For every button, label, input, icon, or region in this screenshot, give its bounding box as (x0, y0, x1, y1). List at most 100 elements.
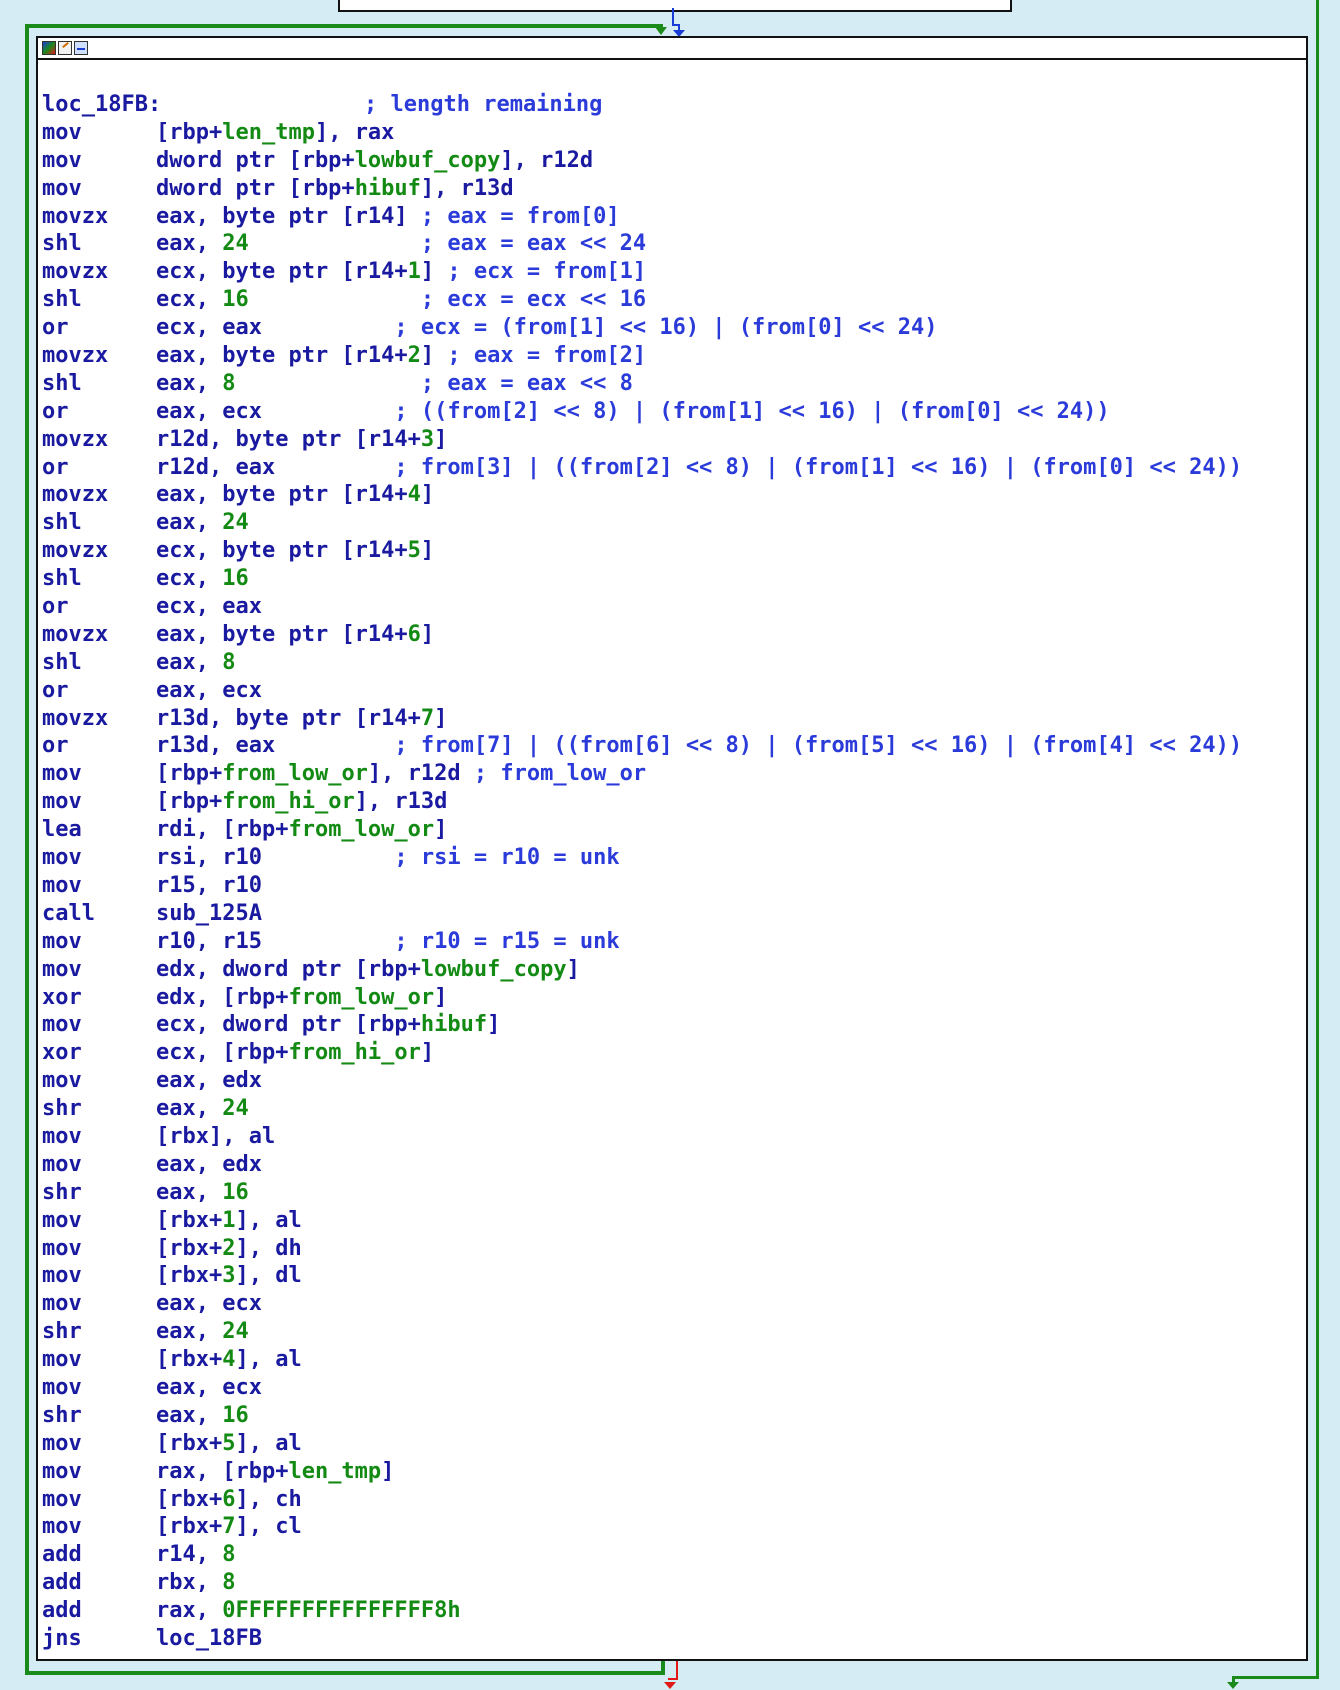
instruction-line[interactable]: shl ecx, 16 ; ecx = ecx << 16 (42, 286, 1302, 314)
edit-node-icon[interactable] (58, 41, 72, 55)
operand-text: ] (434, 984, 448, 1010)
instruction-line[interactable]: mov eax, ecx (42, 1290, 1302, 1318)
immediate-value: 5 (222, 1430, 236, 1456)
instruction-line[interactable]: mov [rbx+2], dh (42, 1235, 1302, 1263)
instruction-line[interactable]: mov eax, ecx (42, 1374, 1302, 1402)
mnemonic: xor (42, 984, 82, 1010)
instruction-line[interactable]: mov edx, dword ptr [rbp+lowbuf_copy] (42, 956, 1302, 984)
stack-variable[interactable]: hibuf (421, 1012, 487, 1037)
instruction-line[interactable]: shl ecx, 16 (42, 565, 1302, 593)
mnemonic: mov (42, 1151, 82, 1177)
operand-text: eax, (156, 1179, 223, 1205)
instruction-line[interactable]: shl eax, 24 ; eax = eax << 24 (42, 230, 1302, 258)
instruction-line[interactable]: mov [rbx], al (42, 1123, 1302, 1151)
instruction-line[interactable]: movzx eax, byte ptr [r14+6] (42, 621, 1302, 649)
graph-overview-icon[interactable] (74, 41, 88, 55)
instruction-line[interactable]: call sub_125A (42, 900, 1302, 928)
instruction-line[interactable]: mov dword ptr [rbp+lowbuf_copy], r12d (42, 147, 1302, 175)
location-label[interactable]: loc_18FB: (42, 91, 364, 119)
instruction-line[interactable]: mov [rbp+len_tmp], rax (42, 119, 1302, 147)
instruction-line[interactable]: or r12d, eax ; from[3] | ((from[2] << 8) … (42, 454, 1302, 482)
instruction-line[interactable]: shr eax, 24 (42, 1318, 1302, 1346)
instruction-line[interactable]: movzx ecx, byte ptr [r14+5] (42, 537, 1302, 565)
immediate-value: 16 (222, 1402, 249, 1428)
immediate-value: 16 (222, 1179, 249, 1205)
stack-variable[interactable]: len_tmp (288, 1459, 381, 1484)
stack-variable[interactable]: from_hi_or (288, 1040, 420, 1065)
instruction-line[interactable]: movzx r12d, byte ptr [r14+3] (42, 426, 1302, 454)
stack-variable[interactable]: from_low_or (288, 985, 434, 1010)
instruction-line[interactable]: xor edx, [rbp+from_low_or] (42, 984, 1302, 1012)
instruction-line[interactable]: mov dword ptr [rbp+hibuf], r13d (42, 175, 1302, 203)
instruction-line[interactable]: shr eax, 16 (42, 1402, 1302, 1430)
instruction-line[interactable]: lea rdi, [rbp+from_low_or] (42, 816, 1302, 844)
color-palette-icon[interactable] (42, 41, 56, 55)
instruction-line[interactable]: shr eax, 16 (42, 1179, 1302, 1207)
outer-edge-bottom (1232, 1676, 1319, 1679)
stack-variable[interactable]: hibuf (355, 176, 421, 201)
mnemonic: mov (42, 147, 82, 173)
operand-text: eax, byte ptr [r14+ (156, 343, 408, 369)
instruction-line[interactable]: or ecx, eax (42, 593, 1302, 621)
instruction-line[interactable]: mov [rbx+4], al (42, 1346, 1302, 1374)
instruction-line[interactable]: movzx eax, byte ptr [r14+4] (42, 481, 1302, 509)
operands: rsi, r10 ; rsi = r10 = unk (156, 844, 620, 872)
stack-variable[interactable]: from_low_or (222, 761, 368, 786)
mnemonic: mov (42, 956, 82, 982)
stack-variable[interactable]: lowbuf_copy (421, 957, 567, 982)
operands: dword ptr [rbp+hibuf], r13d (156, 175, 514, 203)
instruction-line[interactable]: mov r15, r10 (42, 872, 1302, 900)
operand-text: ecx, byte ptr [r14+ (156, 538, 408, 564)
instruction-line[interactable]: mov [rbx+7], cl (42, 1513, 1302, 1541)
instruction-line[interactable]: movzx eax, byte ptr [r14+2] ; eax = from[… (42, 342, 1302, 370)
operand-text: eax, (156, 231, 223, 257)
instruction-line[interactable]: add rax, 0FFFFFFFFFFFFFFF8h (42, 1597, 1302, 1625)
instruction-line[interactable]: movzx ecx, byte ptr [r14+1] ; ecx = from[… (42, 258, 1302, 286)
instruction-line[interactable]: xor ecx, [rbp+from_hi_or] (42, 1039, 1302, 1067)
instruction-line[interactable]: loc_18FB:; length remaining (42, 91, 1302, 119)
stack-variable[interactable]: from_low_or (288, 817, 434, 842)
disassembly-listing[interactable]: loc_18FB:; length remaining mov [rbp+len_t… (42, 91, 1302, 1653)
operand-text: rax, [rbp+ (156, 1458, 289, 1484)
mnemonic: add (42, 1542, 82, 1568)
mnemonic: mov (42, 789, 82, 815)
comment: ; r10 = r15 = unk (394, 928, 620, 954)
instruction-line[interactable]: mov [rbx+6], ch (42, 1486, 1302, 1514)
instruction-line[interactable]: or ecx, eax ; ecx = (from[1] << 16) | (fr… (42, 314, 1302, 342)
operands: eax, ecx (156, 1290, 262, 1318)
mnemonic: mov (42, 1012, 82, 1038)
stack-variable[interactable]: len_tmp (222, 120, 315, 145)
operand-text: [rbp+ (156, 761, 223, 787)
instruction-line[interactable]: mov ecx, dword ptr [rbp+hibuf] (42, 1011, 1302, 1039)
instruction-line[interactable]: mov rsi, r10 ; rsi = r10 = unk (42, 844, 1302, 872)
operand-text: eax, (156, 370, 223, 396)
instruction-line[interactable]: shl eax, 8 (42, 649, 1302, 677)
instruction-line[interactable]: or eax, ecx ; ((from[2] << 8) | (from[1] … (42, 398, 1302, 426)
instruction-line[interactable]: or eax, ecx (42, 677, 1302, 705)
instruction-line[interactable]: shr eax, 24 (42, 1095, 1302, 1123)
instruction-line[interactable]: add r14, 8 (42, 1541, 1302, 1569)
instruction-line[interactable]: movzx eax, byte ptr [r14] ; eax = from[0] (42, 203, 1302, 231)
immediate-value: 5 (407, 538, 421, 564)
instruction-line[interactable]: mov eax, edx (42, 1151, 1302, 1179)
operands: eax, 24 ; eax = eax << 24 (156, 230, 646, 258)
previous-block[interactable] (338, 0, 1012, 12)
instruction-line[interactable]: mov r10, r15 ; r10 = r15 = unk (42, 928, 1302, 956)
stack-variable[interactable]: from_hi_or (222, 789, 354, 814)
instruction-line[interactable]: or r13d, eax ; from[7] | ((from[6] << 8) … (42, 732, 1302, 760)
instruction-line[interactable]: mov [rbp+from_low_or], r12d ; from_low_or (42, 760, 1302, 788)
instruction-line[interactable]: shl eax, 8 ; eax = eax << 8 (42, 370, 1302, 398)
instruction-line[interactable]: mov rax, [rbp+len_tmp] (42, 1458, 1302, 1486)
instruction-line[interactable]: mov eax, edx (42, 1067, 1302, 1095)
instruction-line[interactable]: mov [rbp+from_hi_or], r13d (42, 788, 1302, 816)
instruction-line[interactable]: jns loc_18FB (42, 1625, 1302, 1653)
stack-variable[interactable]: lowbuf_copy (355, 148, 501, 173)
instruction-line[interactable]: mov [rbx+1], al (42, 1207, 1302, 1235)
code-block-node[interactable]: loc_18FB:; length remaining mov [rbp+len_t… (36, 36, 1308, 1661)
instruction-line[interactable]: add rbx, 8 (42, 1569, 1302, 1597)
instruction-line[interactable]: shl eax, 24 (42, 509, 1302, 537)
instruction-line[interactable]: movzx r13d, byte ptr [r14+7] (42, 705, 1302, 733)
instruction-line[interactable]: mov [rbx+3], dl (42, 1262, 1302, 1290)
instruction-line[interactable]: mov [rbx+5], al (42, 1430, 1302, 1458)
operands: eax, ecx (156, 677, 262, 705)
